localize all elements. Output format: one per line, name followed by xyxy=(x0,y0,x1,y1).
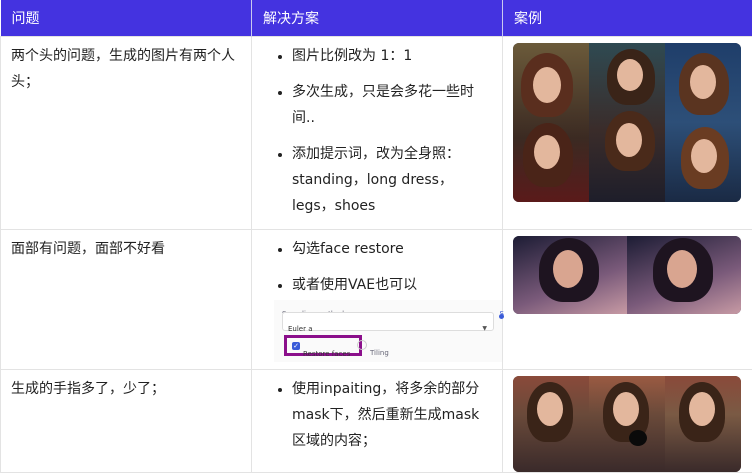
solution-item: 多次生成，只是会多花一些时间.. xyxy=(292,79,492,131)
problem-cell: 面部有问题，面部不好看 xyxy=(1,230,252,370)
header-row: 问题 解决方案 案例 xyxy=(1,0,752,37)
header-solution: 解决方案 xyxy=(252,0,503,37)
solution-item: 使用inpaiting，将多余的部分mask下，然后重新生成mask区域的内容； xyxy=(292,376,492,454)
solution-cell: 图片比例改为 1：1 多次生成，只是会多花一些时间.. 添加提示词，改为全身照：… xyxy=(252,37,503,230)
solution-item: 图片比例改为 1：1 xyxy=(292,43,492,69)
solution-cell: 勾选face restore 或者使用VAE也可以 Sampling metho… xyxy=(252,230,503,370)
radio-dot-icon xyxy=(499,314,504,319)
face-restore-image xyxy=(513,236,741,314)
solution-item: 或者使用VAE也可以 xyxy=(292,272,492,298)
solution-cell: 使用inpaiting，将多余的部分mask下，然后重新生成mask区域的内容； xyxy=(252,370,503,473)
problem-solution-table: 问题 解决方案 案例 两个头的问题，生成的图片有两个人头； 图片比例改为 1：1… xyxy=(0,0,752,473)
problem-cell: 两个头的问题，生成的图片有两个人头； xyxy=(1,37,252,230)
tiling-checkbox-icon xyxy=(357,340,367,350)
table-row: 面部有问题，面部不好看 勾选face restore 或者使用VAE也可以 Sa… xyxy=(1,230,752,370)
portrait-grid-image xyxy=(513,43,741,202)
header-problem: 问题 xyxy=(1,0,252,37)
tiling-label: Tiling xyxy=(370,340,389,366)
checkbox-checked-icon: ✓ xyxy=(292,342,300,350)
restore-faces-label: Restore faces xyxy=(303,341,350,367)
table-row: 两个头的问题，生成的图片有两个人头； 图片比例改为 1：1 多次生成，只是会多花… xyxy=(1,37,752,230)
problem-cell: 生成的手指多了，少了； xyxy=(1,370,252,473)
solution-item: 添加提示词，改为全身照：standing，long dress，legs，sho… xyxy=(292,141,492,219)
mask-blob xyxy=(629,430,647,446)
example-cell xyxy=(503,370,752,473)
table-row: 生成的手指多了，少了； 使用inpaiting，将多余的部分mask下，然后重新… xyxy=(1,370,752,473)
inpainting-hands-image xyxy=(513,376,741,472)
settings-screenshot: Sampling method S Euler a ▼ ✓ Restore fa… xyxy=(274,300,502,362)
solution-item: 勾选face restore xyxy=(292,236,492,262)
sampler-select: Euler a ▼ xyxy=(282,312,494,331)
chevron-down-icon: ▼ xyxy=(482,316,487,342)
header-example: 案例 xyxy=(503,0,752,37)
restore-faces-highlight: ✓ Restore faces xyxy=(284,335,362,356)
example-cell xyxy=(503,37,752,230)
example-cell xyxy=(503,230,752,370)
